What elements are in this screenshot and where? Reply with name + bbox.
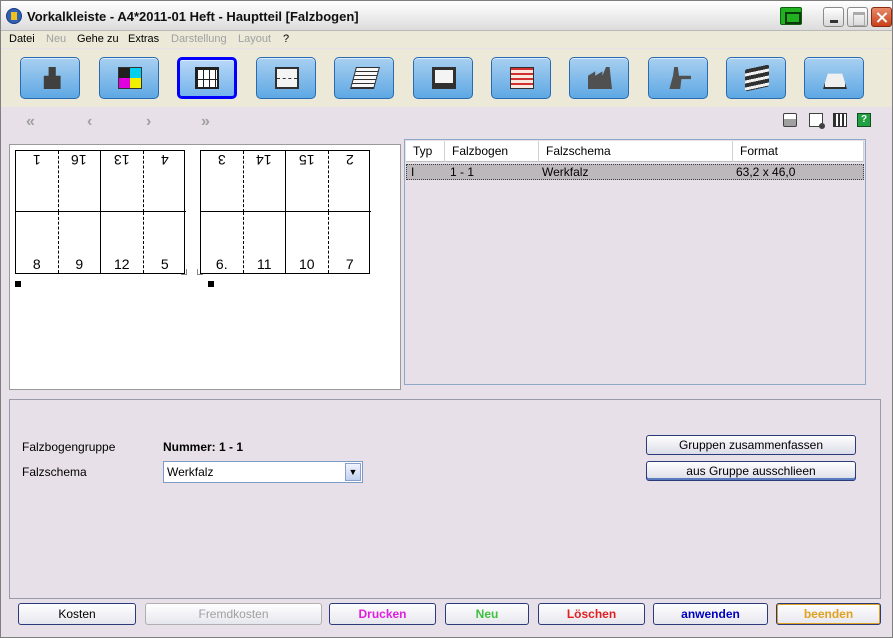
group-value: Nummer: 1 - 1 <box>163 440 244 454</box>
calculator-icon[interactable] <box>833 113 847 127</box>
imposition-sheet: 1 16 13 4 8 9 12 5 <box>15 150 186 274</box>
table-header: Typ Falzbogen Falzschema Format <box>406 141 864 162</box>
merge-groups-button[interactable]: Gruppen zusammenfassen <box>646 435 856 455</box>
kosten-button[interactable]: Kosten <box>18 603 136 625</box>
neu-button[interactable]: Neu <box>445 603 529 625</box>
page-cell: 15 <box>286 151 329 212</box>
group-label: Falzbogengruppe <box>22 440 116 454</box>
toolbar-button-production[interactable] <box>569 57 629 99</box>
menu-gehe-zu[interactable]: Gehe zu <box>77 33 119 45</box>
bottom-button-bar: Kosten Fremdkosten Drucken Neu Löschen a… <box>1 601 892 637</box>
help-icon[interactable]: ? <box>857 113 871 127</box>
menu-neu[interactable]: Neu <box>46 33 66 45</box>
detail-panel: Falzbogengruppe Nummer: 1 - 1 Falzschema… <box>9 399 881 599</box>
page-cell: 12 <box>101 212 144 273</box>
column-header-falzschema[interactable]: Falzschema <box>539 141 733 162</box>
previous-record-icon[interactable]: ‹ <box>87 113 92 131</box>
imposition-sheet: 3 14 15 2 6. 11 10 7 <box>200 150 371 274</box>
table-row[interactable]: I 1 - 1 Werkfalz 63,2 x 46,0 <box>406 164 864 180</box>
maximize-icon[interactable] <box>847 7 868 27</box>
menu-extras[interactable]: Extras <box>128 33 159 45</box>
column-header-format[interactable]: Format <box>733 141 864 162</box>
loeschen-button[interactable]: Löschen <box>538 603 645 625</box>
box-icon <box>823 73 847 89</box>
toolbar-button-finishing[interactable] <box>648 57 708 99</box>
menu-darstellung[interactable]: Darstellung <box>171 33 227 45</box>
menu-bar: Datei Neu Gehe zu Extras Darstellung Lay… <box>1 31 892 48</box>
cell-typ: I <box>411 165 415 179</box>
page-cell: 5 <box>160 256 169 272</box>
toolbar-button-sheet[interactable] <box>256 57 316 99</box>
exclude-from-group-button[interactable]: aus Gruppe ausschlieen <box>646 461 856 481</box>
column-header-typ[interactable]: Typ <box>406 141 445 162</box>
falzbogen-table: Typ Falzbogen Falzschema Format I 1 - 1 … <box>404 139 866 385</box>
first-record-icon[interactable]: « <box>26 113 35 131</box>
schema-label: Falzschema <box>22 465 87 479</box>
page-cell: 10 <box>286 212 329 273</box>
navigation-row: « ‹ › » <box>1 107 892 135</box>
toolbar-button-list[interactable] <box>491 57 551 99</box>
toolbar <box>1 49 892 107</box>
books-icon <box>745 64 769 92</box>
list-icon <box>510 67 534 89</box>
toolbar-button-calculation[interactable] <box>20 57 80 99</box>
minimize-icon[interactable] <box>823 7 844 27</box>
drucken-button[interactable]: Drucken <box>329 603 436 625</box>
fremdkosten-button[interactable]: Fremdkosten <box>145 603 322 625</box>
next-record-icon[interactable]: › <box>146 113 151 131</box>
sheet-icon <box>275 67 299 89</box>
document-icon[interactable] <box>809 113 825 129</box>
imposition-preview: 1 16 13 4 8 9 12 5 3 14 15 2 6. 11 10 7 <box>9 144 401 390</box>
menu-layout[interactable]: Layout <box>238 33 271 45</box>
page-cell: 16 <box>58 151 101 212</box>
monitor-icon <box>432 67 456 89</box>
app-icon[interactable] <box>6 8 22 24</box>
menu-help[interactable]: ? <box>283 33 289 45</box>
page-cell: 7 <box>345 256 354 272</box>
crop-mark <box>197 269 203 275</box>
paper-stack-icon <box>350 67 380 89</box>
toolbar-button-prepress[interactable] <box>413 57 473 99</box>
page-cell: 2 <box>328 151 371 212</box>
printer-status-icon[interactable] <box>780 7 802 25</box>
grid-layout-icon <box>195 67 219 89</box>
worker-icon <box>669 67 691 89</box>
app-window: Vorkalkleiste - A4*2011-01 Heft - Hauptt… <box>0 0 893 638</box>
page-cell: 13 <box>101 151 144 212</box>
page-cell: 3 <box>201 151 244 212</box>
close-icon[interactable] <box>871 7 892 27</box>
factory-icon <box>588 67 612 89</box>
cell-falzschema: Werkfalz <box>542 165 589 179</box>
last-record-icon[interactable]: » <box>201 113 210 131</box>
beenden-button[interactable]: beenden <box>776 603 881 625</box>
sheet-marker <box>15 281 21 287</box>
title-bar: Vorkalkleiste - A4*2011-01 Heft - Hauptt… <box>1 1 892 31</box>
chevron-down-icon[interactable]: ▼ <box>345 463 361 481</box>
falzschema-value: Werkfalz <box>167 465 214 479</box>
falzschema-select[interactable]: Werkfalz ▼ <box>163 461 363 483</box>
page-cell: 9 <box>59 212 101 273</box>
page-cell: 8 <box>16 212 59 273</box>
toolbar-button-colors[interactable] <box>99 57 159 99</box>
crop-mark <box>181 269 187 275</box>
sheet-marker <box>208 281 214 287</box>
page-cell: 4 <box>143 151 186 212</box>
page-cell: 1 <box>16 151 59 212</box>
toolbar-button-binding[interactable] <box>726 57 786 99</box>
toolbar-button-paper[interactable] <box>334 57 394 99</box>
cmyk-color-icon <box>118 67 142 89</box>
window-title: Vorkalkleiste - A4*2011-01 Heft - Hauptt… <box>27 9 359 24</box>
cell-format: 63,2 x 46,0 <box>736 165 796 179</box>
anwenden-button[interactable]: anwenden <box>653 603 768 625</box>
printer-icon[interactable] <box>783 113 797 127</box>
menu-datei[interactable]: Datei <box>9 33 35 45</box>
page-cell: 11 <box>244 212 286 273</box>
toolbar-button-falzbogen[interactable] <box>177 57 237 99</box>
person-at-desk-icon <box>43 67 61 89</box>
page-cell: 6. <box>201 212 244 273</box>
column-header-falzbogen[interactable]: Falzbogen <box>445 141 539 162</box>
toolbar-button-shipping[interactable] <box>804 57 864 99</box>
page-cell: 14 <box>243 151 286 212</box>
cell-falzbogen: 1 - 1 <box>450 165 475 179</box>
